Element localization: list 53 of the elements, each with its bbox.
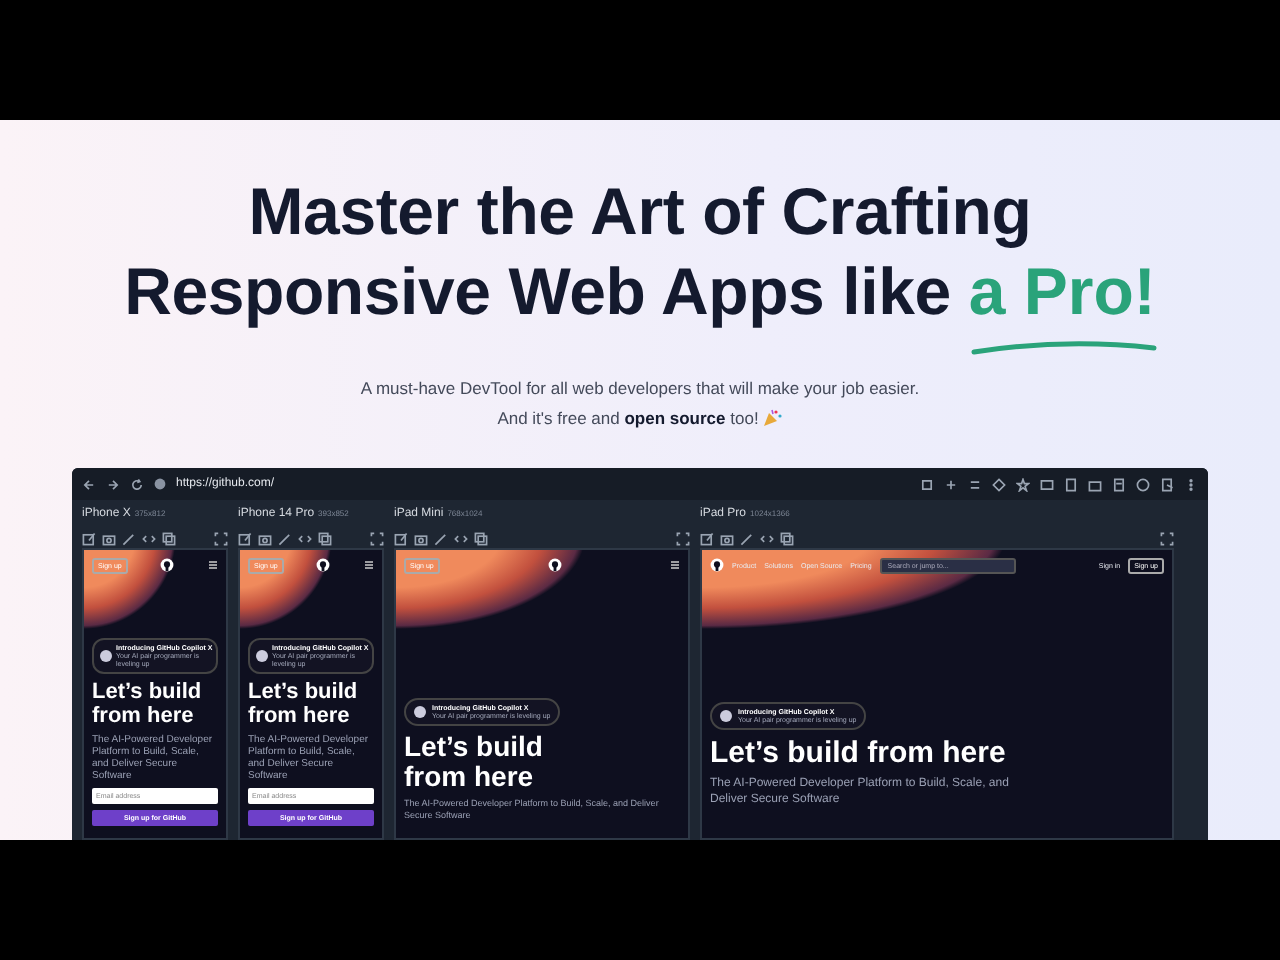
edit-icon[interactable] — [82, 531, 96, 545]
menu-icon[interactable] — [208, 560, 218, 570]
avatar-icon — [720, 710, 732, 722]
avatar-icon — [256, 650, 268, 662]
expand-icon[interactable] — [676, 531, 690, 545]
camera-icon[interactable] — [414, 531, 428, 545]
subtitle-text: And it's free and open source too! — [497, 408, 759, 428]
code-icon[interactable] — [298, 531, 312, 545]
edit-icon[interactable] — [394, 531, 408, 545]
code-icon[interactable] — [760, 531, 774, 545]
copy-icon[interactable] — [474, 531, 488, 545]
headline: Let’s build from here — [710, 736, 1008, 770]
avatar-icon — [100, 650, 112, 662]
headline: Let’s build from here — [404, 732, 545, 792]
avatar-icon — [414, 706, 426, 718]
pencil-icon[interactable] — [278, 531, 292, 545]
toolbar-icon[interactable] — [1160, 477, 1174, 491]
toolbar-icon[interactable] — [1136, 477, 1150, 491]
toolbar-icon[interactable] — [944, 477, 958, 491]
pencil-icon[interactable] — [434, 531, 448, 545]
headline: Let’s build from here — [92, 680, 204, 728]
code-icon[interactable] — [454, 531, 468, 545]
headline-text: Master the Art of Crafting — [248, 172, 1032, 252]
copy-icon[interactable] — [318, 531, 332, 545]
toolbar-icon[interactable] — [992, 477, 1006, 491]
camera-icon[interactable] — [720, 531, 734, 545]
headline: Let’s build from here — [248, 680, 360, 728]
expand-icon[interactable] — [370, 531, 384, 545]
copy-icon[interactable] — [780, 531, 794, 545]
code-icon[interactable] — [142, 531, 156, 545]
camera-icon[interactable] — [102, 531, 116, 545]
highlight-text: a Pro! — [968, 254, 1156, 328]
toolbar-icon[interactable] — [920, 477, 934, 491]
subtitle-text: A must-have DevTool for all web developers that will make your job easier. — [360, 378, 920, 398]
party-popper-icon — [762, 408, 783, 428]
edit-icon[interactable] — [700, 531, 714, 545]
pencil-icon[interactable] — [122, 531, 136, 545]
edit-icon[interactable] — [238, 531, 252, 545]
copy-icon[interactable] — [162, 531, 176, 545]
menu-icon[interactable] — [364, 560, 374, 570]
expand-icon[interactable] — [1160, 531, 1174, 545]
toolbar-icon[interactable] — [1016, 477, 1030, 491]
expand-icon[interactable] — [214, 531, 228, 545]
reload-icon[interactable] — [130, 477, 144, 491]
pencil-icon[interactable] — [740, 531, 754, 545]
toolbar-icon[interactable] — [968, 477, 982, 491]
more-icon[interactable] — [1184, 477, 1198, 491]
camera-icon[interactable] — [258, 531, 272, 545]
forward-icon[interactable] — [106, 477, 120, 491]
back-icon[interactable] — [82, 477, 96, 491]
headline-text: Responsive Web Apps like — [124, 252, 951, 332]
toolbar-icon[interactable] — [1112, 477, 1126, 491]
menu-icon[interactable] — [670, 560, 680, 570]
